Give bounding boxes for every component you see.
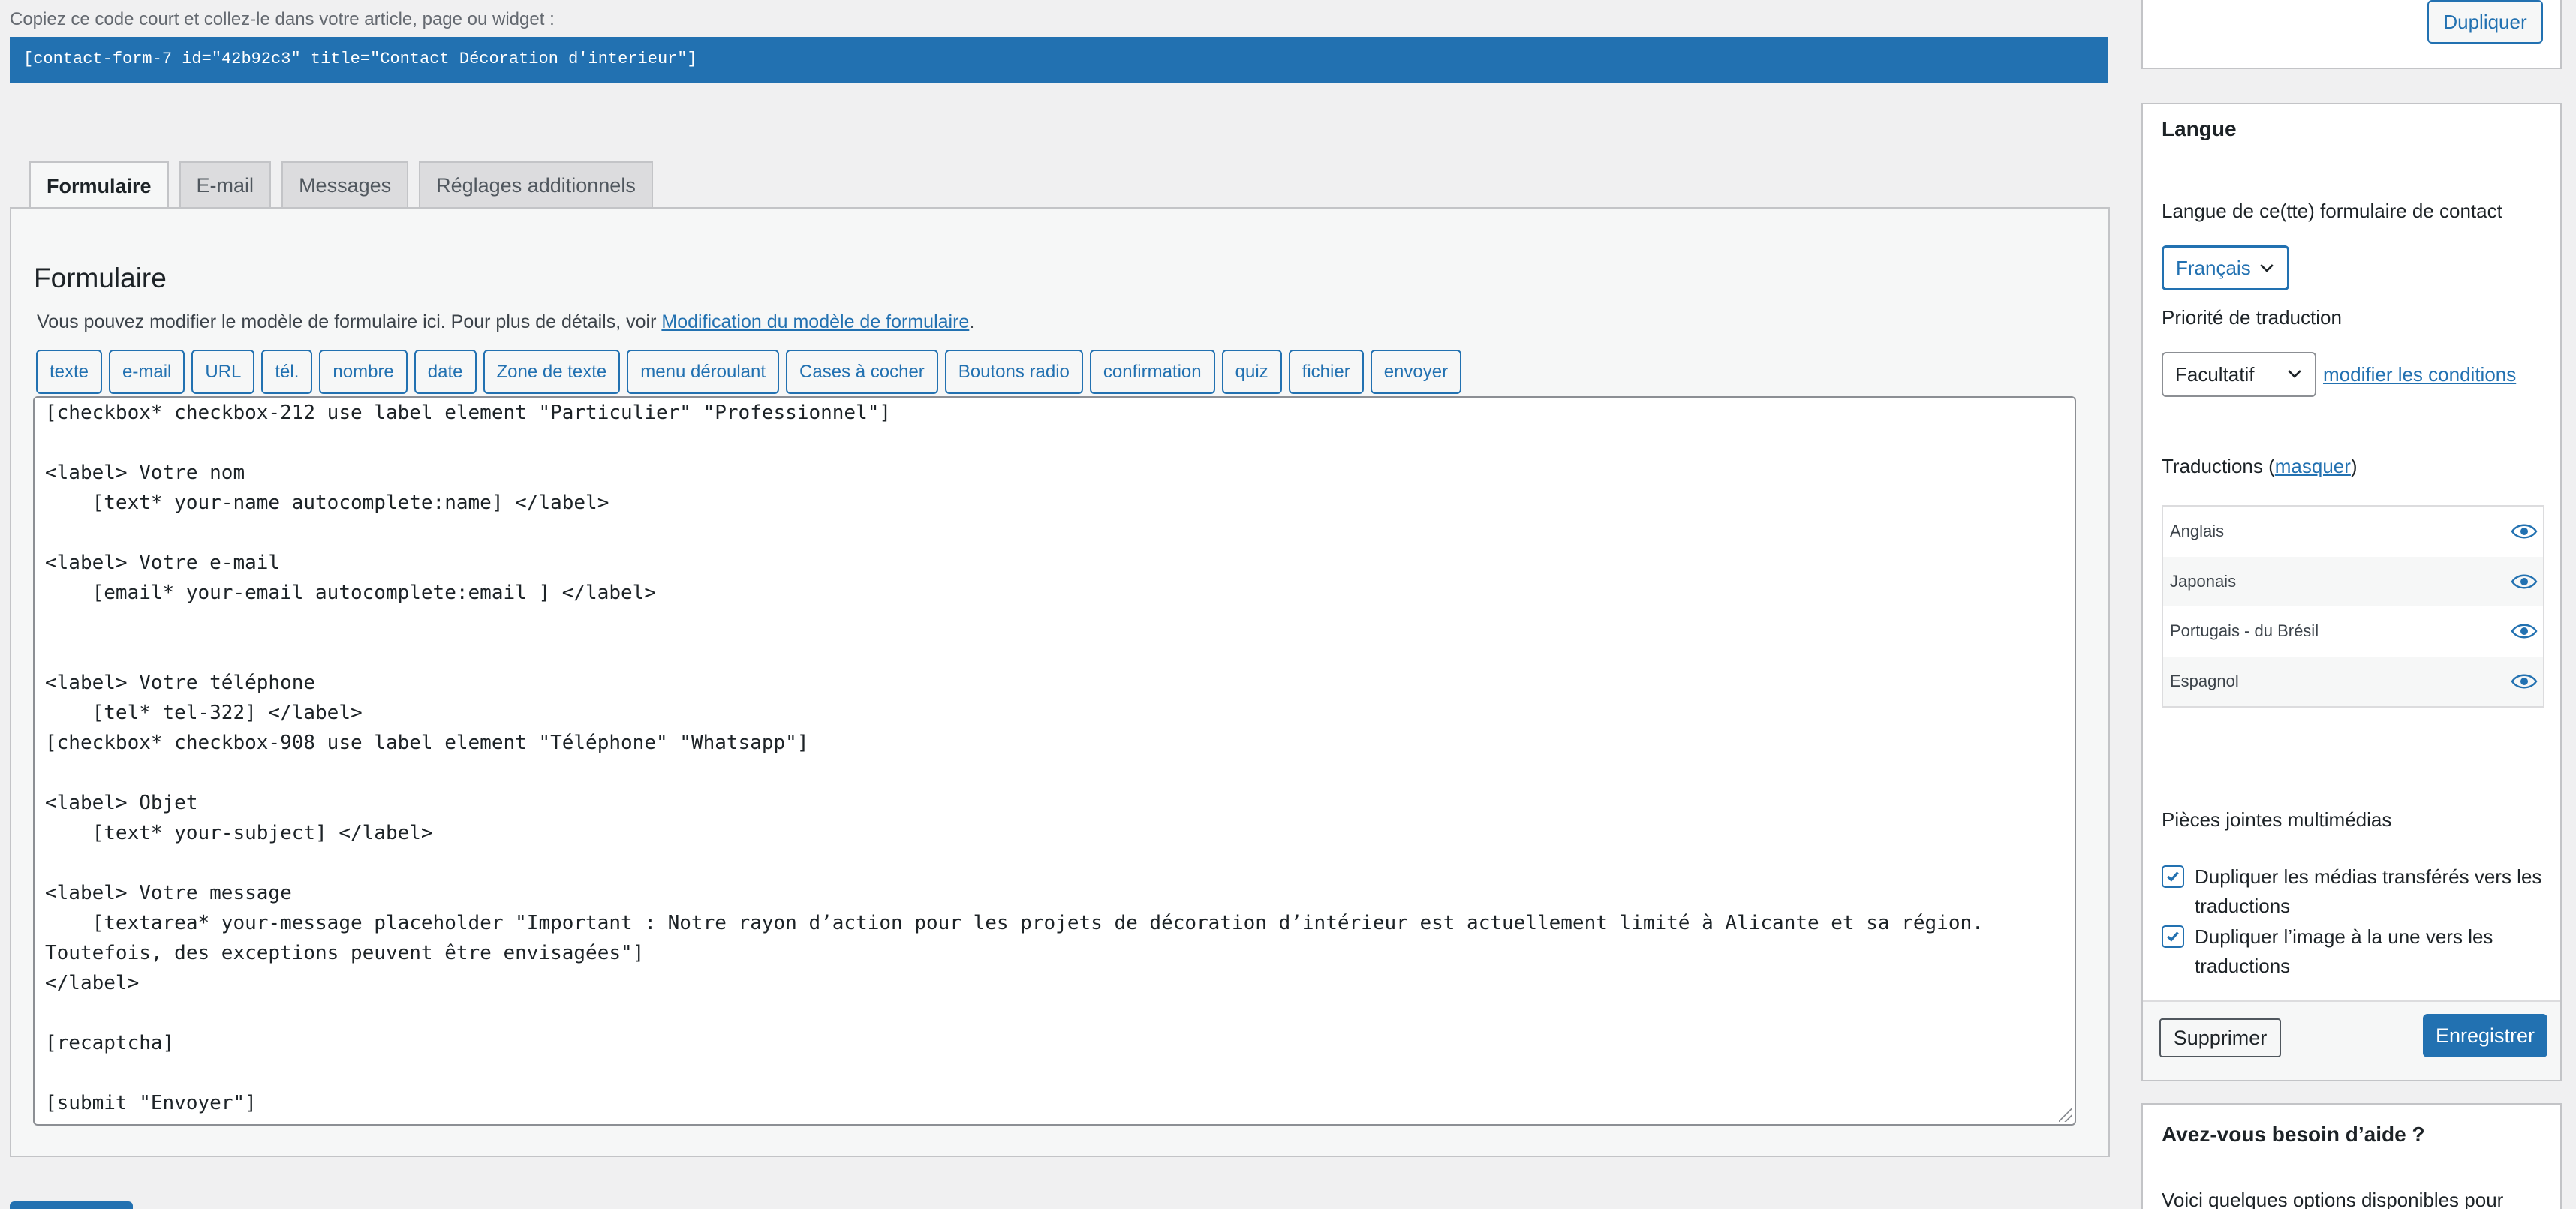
translation-language: Anglais (2170, 522, 2225, 541)
help-box: Avez-vous besoin d’aide ? Voici quelques… (2141, 1103, 2562, 1209)
save-form-button[interactable] (10, 1201, 133, 1209)
tab-additional-settings[interactable]: Réglages additionnels (419, 161, 653, 209)
tag-button-radio[interactable]: Boutons radio (944, 350, 1083, 394)
priority-select[interactable]: Facultatif (2162, 352, 2316, 397)
form-panel: Formulaire Vous pouvez modifier le modèl… (10, 207, 2110, 1157)
priority-select-value: Facultatif (2175, 362, 2255, 386)
form-tabs: Formulaire E-mail Messages Réglages addi… (29, 161, 653, 210)
delete-button[interactable]: Supprimer (2159, 1018, 2281, 1057)
editor-line: [checkbox* checkbox-212 use_label_elemen… (45, 401, 892, 424)
duplicate-featured-label: Dupliquer l’image à la une vers les trad… (2195, 925, 2493, 977)
translation-row[interactable]: Japonais (2163, 556, 2543, 606)
translation-language: Espagnol (2170, 671, 2239, 690)
editor-line: [tel* tel-322] </label> (45, 702, 363, 724)
tag-button-url[interactable]: URL (191, 350, 255, 394)
language-title: Langue (2162, 117, 2237, 140)
tag-button-quiz[interactable]: quiz (1221, 350, 1282, 394)
editor-line: <label> Votre téléphone (45, 672, 316, 694)
save-button[interactable]: Enregistrer (2423, 1014, 2547, 1057)
duplicate-featured-option: Dupliquer l’image à la une vers les trad… (2162, 922, 2552, 981)
checkmark-icon (2167, 871, 2179, 882)
panel-title: Formulaire (34, 263, 167, 293)
eye-icon[interactable] (2510, 621, 2538, 641)
tag-button-submit[interactable]: envoyer (1370, 350, 1462, 394)
tab-email[interactable]: E-mail (179, 161, 272, 209)
translation-language: Japonais (2170, 571, 2237, 591)
duplicate-media-option: Dupliquer les médias transférés vers les… (2162, 862, 2552, 921)
chevron-down-icon (2288, 370, 2301, 378)
language-box: Langue Langue de ce(tte) formulaire de c… (2141, 103, 2562, 1081)
editor-line: </label> (45, 972, 140, 994)
tag-button-date[interactable]: date (414, 350, 477, 394)
editor-line: <label> Votre nom (45, 462, 245, 484)
editor-line: [recaptcha] (45, 1032, 175, 1054)
editor-line: <label> Votre e-mail (45, 552, 281, 574)
translations-label: Traductions (masquer) (2162, 455, 2358, 477)
priority-label: Priorité de traduction (2162, 306, 2342, 329)
tag-button-acceptance[interactable]: confirmation (1089, 350, 1215, 394)
panel-description-text: Vous pouvez modifier le modèle de formul… (37, 311, 662, 332)
tag-button-number[interactable]: nombre (319, 350, 408, 394)
tab-messages[interactable]: Messages (281, 161, 409, 209)
shortcode-field[interactable]: [contact-form-7 id="42b92c3" title="Cont… (10, 37, 2108, 83)
form-template-editor[interactable]: [checkbox* checkbox-212 use_label_elemen… (33, 396, 2076, 1126)
language-label: Langue de ce(tte) formulaire de contact (2162, 200, 2502, 222)
translation-row[interactable]: Portugais - du Brésil (2163, 606, 2543, 657)
tag-button-textarea[interactable]: Zone de texte (483, 350, 621, 394)
duplicate-media-label: Dupliquer les médias transférés vers les… (2195, 865, 2542, 917)
eye-icon[interactable] (2510, 672, 2538, 691)
shortcode-label: Copiez ce code court et collez-le dans v… (10, 9, 555, 29)
tag-button-file[interactable]: fichier (1288, 350, 1364, 394)
tag-button-select[interactable]: menu déroulant (627, 350, 780, 394)
tag-button-checkbox[interactable]: Cases à cocher (786, 350, 938, 394)
help-title: Avez-vous besoin d’aide ? (2162, 1123, 2425, 1146)
language-select[interactable]: Français (2162, 245, 2289, 290)
editor-line: [email* your-email autocomplete:email ] … (45, 582, 656, 604)
eye-icon[interactable] (2510, 522, 2538, 541)
tab-formulaire[interactable]: Formulaire (29, 161, 169, 210)
tag-button-text[interactable]: texte (36, 350, 103, 394)
resize-handle[interactable] (2059, 1108, 2072, 1122)
panel-description-end: . (969, 311, 975, 332)
translations-list: Anglais Japonais Portugais - du Brésil E… (2162, 505, 2544, 708)
translation-row[interactable]: Espagnol (2163, 656, 2543, 706)
translations-label-text: Traductions (2162, 455, 2263, 477)
editor-line: [textarea* your-message placeholder "Imp… (45, 912, 1984, 934)
publish-box: Dupliquer (2141, 0, 2562, 69)
duplicate-button[interactable]: Dupliquer (2427, 0, 2543, 44)
language-select-value: Français (2176, 256, 2251, 279)
chevron-down-icon (2260, 264, 2274, 272)
checkmark-icon (2167, 931, 2179, 942)
duplicate-media-checkbox[interactable] (2162, 865, 2184, 888)
help-text: Voici quelques options disponibles pour (2162, 1189, 2504, 1209)
duplicate-featured-checkbox[interactable] (2162, 925, 2184, 948)
tag-button-tel[interactable]: tél. (261, 350, 313, 394)
eye-icon[interactable] (2510, 572, 2538, 591)
editor-line: [text* your-subject] </label> (45, 822, 433, 844)
translation-row[interactable]: Anglais (2163, 507, 2543, 557)
tag-button-email[interactable]: e-mail (109, 350, 185, 394)
tag-generator-toolbar: texte e-mail URL tél. nombre date Zone d… (36, 350, 1462, 394)
edit-conditions-link[interactable]: modifier les conditions (2323, 363, 2516, 386)
panel-description: Vous pouvez modifier le modèle de formul… (37, 311, 974, 333)
editor-line: <label> Objet (45, 792, 198, 814)
editor-line: [checkbox* checkbox-908 use_label_elemen… (45, 732, 809, 754)
sidebar-actions: Supprimer Enregistrer (2143, 1000, 2560, 1080)
hide-translations-link[interactable]: masquer (2275, 455, 2351, 477)
editor-line: Toutefois, des exceptions peuvent être e… (45, 942, 645, 964)
editor-line: <label> Votre message (45, 882, 292, 904)
editor-line: [text* your-name autocomplete:name] </la… (45, 492, 609, 514)
editor-line: [submit "Envoyer"] (45, 1092, 257, 1114)
template-docs-link[interactable]: Modification du modèle de formulaire (661, 311, 969, 332)
translation-language: Portugais - du Brésil (2170, 621, 2319, 641)
attachments-title: Pièces jointes multimédias (2162, 808, 2392, 831)
